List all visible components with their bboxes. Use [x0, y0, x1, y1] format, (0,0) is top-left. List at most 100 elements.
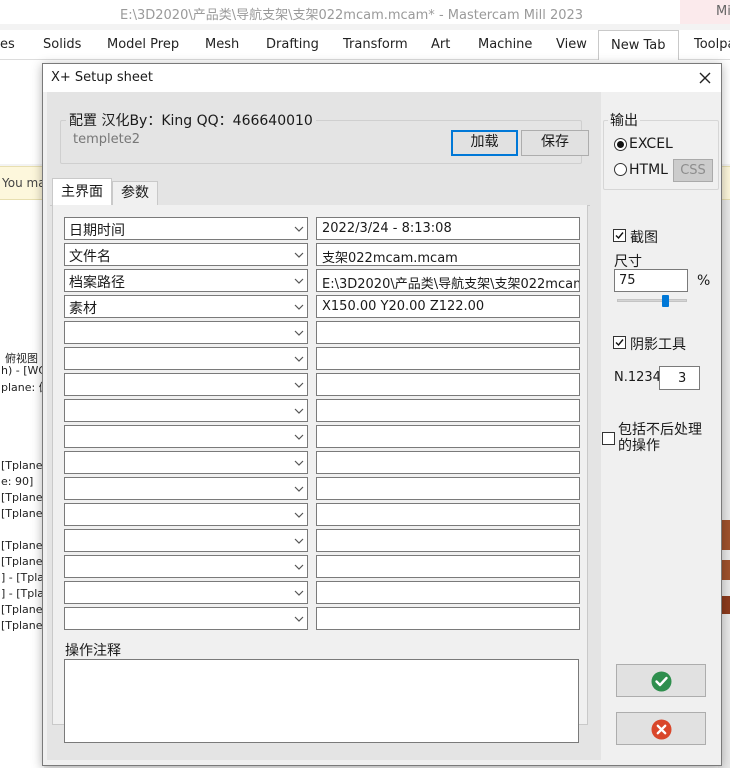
ok-button[interactable]: [616, 664, 706, 697]
field-dropdown[interactable]: [64, 451, 308, 474]
ribbon-tab-mesh[interactable]: Mesh: [205, 37, 239, 52]
ribbon-tab-new-tab[interactable]: New Tab: [598, 30, 679, 61]
chevron-down-icon: [294, 460, 304, 466]
ribbon-tab-art[interactable]: Art: [431, 37, 450, 52]
field-dropdown[interactable]: [64, 529, 308, 552]
ribbon-tab-machine[interactable]: Machine: [478, 37, 532, 52]
field-value-input[interactable]: [316, 607, 580, 630]
field-dropdown[interactable]: 档案路径: [64, 269, 308, 292]
cancel-circle-icon: [651, 719, 672, 740]
field-value-input[interactable]: [316, 425, 580, 448]
check-circle-icon: [651, 671, 672, 692]
app-title-corner: Mi: [680, 0, 730, 24]
field-value-input[interactable]: [316, 503, 580, 526]
excel-label: EXCEL: [629, 136, 673, 152]
excel-radio[interactable]: [614, 138, 627, 151]
save-button[interactable]: 保存: [521, 130, 589, 156]
field-value-input[interactable]: [316, 477, 580, 500]
size-slider-track[interactable]: [617, 299, 687, 302]
html-label: HTML: [629, 162, 668, 178]
field-dropdown[interactable]: [64, 347, 308, 370]
field-value-input[interactable]: [316, 581, 580, 604]
field-dropdown[interactable]: 素材: [64, 295, 308, 318]
load-button[interactable]: 加载: [451, 130, 518, 156]
field-dropdown-label: 档案路径: [69, 275, 125, 291]
chevron-down-icon: [294, 408, 304, 414]
field-value-input[interactable]: E:\3D2020\产品类\导航支架\支架022mcam.mcam: [316, 269, 580, 292]
field-value-input[interactable]: [316, 555, 580, 578]
shadow-tools-checkbox[interactable]: [613, 336, 626, 349]
field-value-input[interactable]: [316, 529, 580, 552]
screenshot-label: 截图: [630, 230, 658, 246]
field-dropdown[interactable]: [64, 399, 308, 422]
size-input[interactable]: 75: [614, 269, 688, 292]
ribbon-tab-transform[interactable]: Transform: [343, 37, 408, 52]
field-dropdown[interactable]: [64, 607, 308, 630]
chevron-down-icon: [294, 616, 304, 622]
dialog-title-bar: X+ Setup sheet: [43, 64, 721, 92]
chevron-down-icon: [294, 226, 304, 232]
field-dropdown[interactable]: [64, 503, 308, 526]
notes-textarea[interactable]: [64, 659, 579, 743]
close-button[interactable]: [691, 66, 719, 90]
html-radio[interactable]: [614, 163, 627, 176]
chevron-down-icon: [294, 382, 304, 388]
field-dropdown[interactable]: 日期时间: [64, 217, 308, 240]
list-item: [Tplane:: [1, 603, 47, 616]
chevron-down-icon: [294, 330, 304, 336]
field-value-input[interactable]: 2022/3/24 - 8:13:08: [316, 217, 580, 240]
dialog-title: X+ Setup sheet: [51, 70, 154, 85]
cancel-button[interactable]: [616, 712, 706, 745]
number-input[interactable]: 3: [659, 366, 700, 390]
field-value-input[interactable]: 支架022mcam.mcam: [316, 243, 580, 266]
css-button[interactable]: CSS: [673, 159, 713, 182]
chevron-down-icon: [294, 304, 304, 310]
field-value-input[interactable]: [316, 321, 580, 344]
include-unprocessed-checkbox[interactable]: [602, 432, 615, 445]
field-value-text: X150.00 Y20.00 Z122.00: [322, 299, 485, 314]
field-dropdown[interactable]: [64, 581, 308, 604]
field-dropdown[interactable]: [64, 425, 308, 448]
field-dropdown[interactable]: [64, 477, 308, 500]
field-value-input[interactable]: [316, 451, 580, 474]
field-value-input[interactable]: [316, 347, 580, 370]
field-value-text: 支架022mcam.mcam: [322, 251, 458, 266]
ribbon-tab-model-prep[interactable]: Model Prep: [107, 37, 179, 52]
checkmark-icon: [615, 232, 624, 240]
chevron-down-icon: [294, 356, 304, 362]
field-dropdown[interactable]: [64, 321, 308, 344]
screenshot-checkbox[interactable]: [613, 229, 626, 242]
ribbon-tab-toolpaths[interactable]: Toolpa: [694, 37, 730, 52]
list-item: h) - [WC: [1, 364, 47, 377]
app-title-bar: E:\3D2020\产品类\导航支架\支架022mcam.mcam* - Mas…: [0, 0, 730, 24]
chevron-down-icon: [294, 278, 304, 284]
ribbon-tab-drafting[interactable]: Drafting: [266, 37, 319, 52]
field-value-input[interactable]: [316, 373, 580, 396]
field-dropdown-label: 日期时间: [69, 223, 125, 239]
list-item: [Tplane:: [1, 459, 47, 472]
list-item: [Tplane:: [1, 555, 47, 568]
ribbon-tab-solids[interactable]: Solids: [43, 37, 81, 52]
shadow-tools-label: 阴影工具: [630, 337, 686, 353]
list-item: [Tplane:: [1, 619, 47, 632]
chevron-down-icon: [294, 512, 304, 518]
field-dropdown[interactable]: [64, 555, 308, 578]
field-dropdown[interactable]: 文件名: [64, 243, 308, 266]
tab-main[interactable]: 主界面: [52, 178, 112, 206]
size-slider-thumb[interactable]: [662, 295, 669, 307]
ribbon-tab-es[interactable]: es: [0, 37, 15, 52]
output-label: 输出: [608, 110, 640, 130]
field-value-input[interactable]: [316, 399, 580, 422]
chevron-down-icon: [294, 252, 304, 258]
field-dropdown[interactable]: [64, 373, 308, 396]
field-value-input[interactable]: X150.00 Y20.00 Z122.00: [316, 295, 580, 318]
tab-params[interactable]: 参数: [112, 181, 158, 205]
app-title: E:\3D2020\产品类\导航支架\支架022mcam.mcam* - Mas…: [120, 8, 584, 23]
list-item: [Tplane:: [1, 539, 47, 552]
list-item: [Tplane:: [1, 507, 47, 520]
size-unit: %: [697, 273, 711, 289]
ribbon-tabs: es Solids Model Prep Mesh Drafting Trans…: [0, 30, 730, 61]
size-label: 尺寸: [614, 254, 642, 270]
checkmark-icon: [615, 339, 624, 347]
ribbon-tab-view[interactable]: View: [556, 37, 587, 52]
